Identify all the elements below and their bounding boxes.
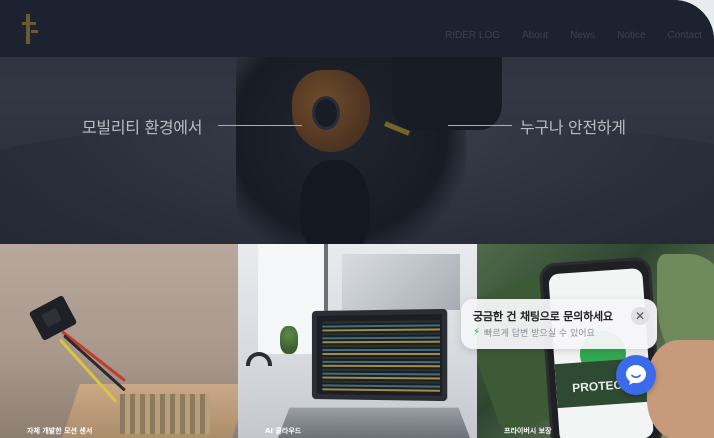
wall-poster-image: [342, 254, 460, 310]
plant-image: [280, 326, 298, 354]
nav-item-contact[interactable]: Contact: [668, 30, 702, 41]
hero-tagline-left: 모빌리티 환경에서: [82, 118, 203, 137]
close-icon[interactable]: ✕: [631, 307, 649, 325]
chat-bubble-icon: [626, 365, 646, 385]
brand-logo-icon[interactable]: [22, 12, 92, 46]
chat-launcher-button[interactable]: [616, 355, 656, 395]
phone-screen: PROTEC: [548, 267, 654, 438]
sensor-board-image: [28, 294, 78, 342]
hero-tagline-right: 누구나 안전하게: [520, 118, 626, 137]
tagline-divider-right: [448, 125, 512, 126]
logo-mark: [22, 14, 38, 44]
chat-prompt-popup[interactable]: 궁금한 건 채팅으로 문의하세요 ⚡ 빠르게 답변 받으실 수 있어요 ✕: [461, 299, 657, 349]
feature-card-ai-cloud[interactable]: AI 클라우드: [238, 244, 477, 438]
feature-card-motion-sensor[interactable]: 자체 개발한 모션 센서: [0, 244, 238, 438]
laptop-screen-image: [311, 308, 448, 402]
site-header: RIDER LOG About News Notice Contact: [0, 0, 714, 57]
nav-item-news[interactable]: News: [570, 30, 595, 41]
laptop-keyboard-image: [277, 407, 471, 438]
sensor-wire-black: [62, 334, 126, 392]
headphones-image: [246, 352, 272, 366]
chat-prompt-subtitle-text: 빠르게 답변 받으실 수 있어요: [484, 329, 595, 339]
nav-item-notice[interactable]: Notice: [617, 30, 645, 41]
card-caption: AI 클라우드: [265, 427, 302, 435]
nav-item-about[interactable]: About: [522, 30, 548, 41]
sensor-pins-image: [120, 394, 210, 434]
card-caption: 프라이버시 보장: [504, 427, 552, 435]
main-nav: RIDER LOG About News Notice Contact: [423, 30, 702, 41]
lightning-icon: ⚡: [473, 327, 481, 338]
tagline-divider-left: [218, 125, 302, 126]
code-lines-image: [322, 320, 440, 392]
chat-prompt-subtitle: ⚡ 빠르게 답변 받으실 수 있어요: [473, 326, 595, 339]
chat-prompt-title: 궁금한 건 채팅으로 문의하세요: [473, 310, 613, 323]
card-caption: 자체 개발한 모션 센서: [27, 427, 93, 435]
nav-item-rider-log[interactable]: RIDER LOG: [445, 30, 500, 41]
hand-image: [647, 340, 714, 438]
